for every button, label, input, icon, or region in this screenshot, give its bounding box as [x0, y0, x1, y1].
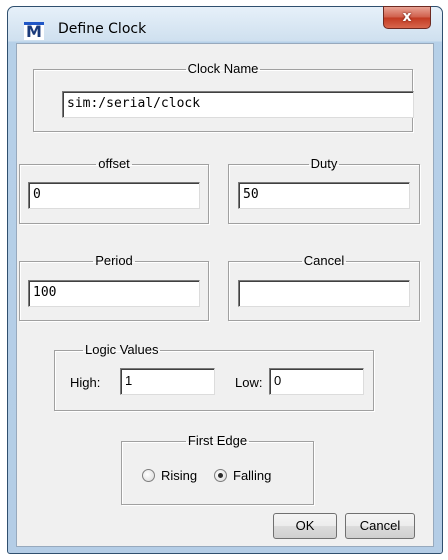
dialog-body: Clock Name sim:/serial/clock offset 0 Du… [16, 43, 434, 547]
rising-radio[interactable] [142, 469, 155, 482]
low-label: Low: [235, 375, 263, 390]
high-value-input[interactable]: 1 [120, 368, 215, 395]
period-input[interactable]: 100 [28, 280, 200, 307]
falling-radio[interactable] [214, 469, 227, 482]
app-icon-glyph: M [26, 22, 42, 41]
rising-label[interactable]: Rising [161, 468, 197, 483]
logic-values-legend: Logic Values [85, 342, 159, 357]
duty-input[interactable]: 50 [238, 182, 410, 209]
offset-input[interactable]: 0 [28, 182, 200, 209]
window-title: Define Clock [58, 21, 147, 37]
close-icon[interactable]: x [383, 6, 431, 29]
cancel-button[interactable]: Cancel [345, 513, 415, 539]
duty-legend: Duty [310, 156, 338, 171]
cancel-input[interactable] [238, 280, 410, 307]
low-value-input[interactable]: 0 [269, 368, 364, 395]
high-label: High: [70, 375, 101, 390]
falling-radio-selected-dot [218, 473, 223, 478]
clock-name-legend: Clock Name [187, 61, 259, 76]
period-legend: Period [95, 253, 133, 268]
ok-button[interactable]: OK [273, 513, 337, 539]
define-clock-dialog: M Define Clock x Clock Name sim:/serial/… [7, 6, 443, 554]
modelsim-app-icon[interactable]: M [24, 22, 44, 41]
title-bar[interactable]: M Define Clock x [8, 6, 442, 43]
falling-label[interactable]: Falling [233, 468, 271, 483]
cancel-legend: Cancel [303, 253, 345, 268]
first-edge-legend: First Edge [187, 433, 248, 448]
offset-legend: offset [98, 156, 130, 171]
clock-name-input[interactable]: sim:/serial/clock [62, 91, 414, 118]
